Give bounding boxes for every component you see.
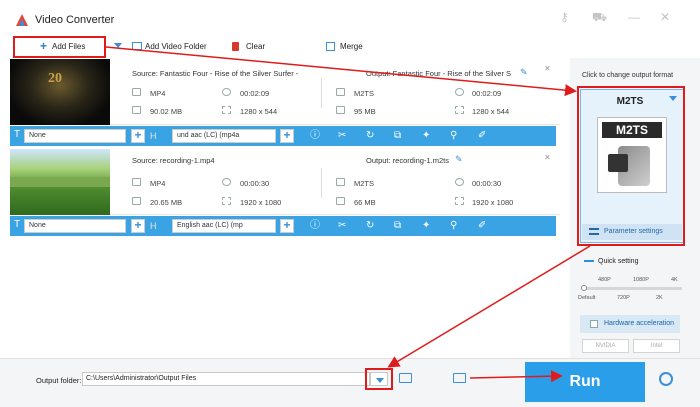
arrow-dropdown-to-run: [469, 370, 563, 383]
annotation-arrows: [105, 46, 591, 383]
arrow-add-files-to-format: [105, 46, 577, 97]
arrow-format-to-dropdown: [387, 245, 591, 368]
